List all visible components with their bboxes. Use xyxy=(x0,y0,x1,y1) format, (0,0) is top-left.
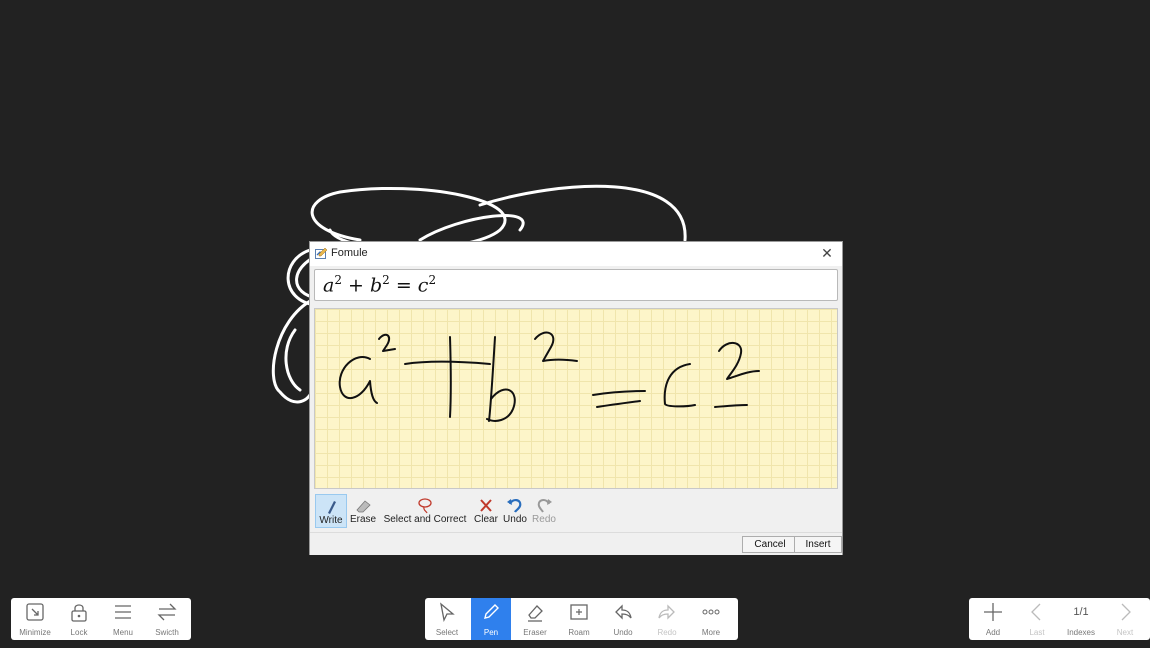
undo-icon xyxy=(615,604,632,620)
handwriting-canvas[interactable] xyxy=(314,308,838,489)
minimize-button[interactable]: Minimize xyxy=(15,598,55,640)
formula-preview: a2 + b2 = c2 xyxy=(323,273,437,297)
indexes-button[interactable]: 1/1 Indexes xyxy=(1061,598,1101,640)
menu-icon xyxy=(115,605,131,619)
switch-button[interactable]: Swicth xyxy=(147,598,187,640)
more-button[interactable]: More xyxy=(691,598,731,640)
chevron-right-icon xyxy=(1121,603,1131,621)
undo-icon xyxy=(507,499,522,513)
ink-toolbar: Write Erase Select and Correct Clear Und… xyxy=(314,494,838,530)
clear-icon xyxy=(480,499,492,512)
pen-icon xyxy=(484,604,499,619)
more-icon xyxy=(702,609,720,615)
eraser-button[interactable]: Eraser xyxy=(515,598,555,640)
formula-result-field[interactable]: a2 + b2 = c2 xyxy=(314,269,838,301)
center-toolbar: Select Pen Eraser Roam Undo Redo More xyxy=(425,598,738,640)
close-icon: ✕ xyxy=(821,245,833,261)
write-tool-button[interactable]: Write xyxy=(315,494,347,528)
roam-icon xyxy=(570,604,588,620)
add-page-button[interactable]: Add xyxy=(973,598,1013,640)
clear-tool-button[interactable]: Clear xyxy=(473,494,499,528)
undo-button[interactable]: Undo xyxy=(603,598,643,640)
eraser-icon xyxy=(528,605,543,622)
undo-tool-button[interactable]: Undo xyxy=(502,494,528,528)
pen-button[interactable]: Pen xyxy=(471,598,511,640)
cursor-icon xyxy=(440,602,455,622)
redo-icon xyxy=(658,604,675,620)
menu-button[interactable]: Menu xyxy=(103,598,143,640)
formula-app-icon xyxy=(315,247,328,259)
right-toolbar: Add Last 1/1 Indexes Next xyxy=(969,598,1150,640)
eraser-icon xyxy=(356,500,371,513)
redo-button[interactable]: Redo xyxy=(647,598,687,640)
redo-tool-button[interactable]: Redo xyxy=(531,494,557,528)
chevron-left-icon xyxy=(1031,603,1041,621)
minimize-icon xyxy=(26,603,44,621)
dialog-titlebar: Fomule ✕ xyxy=(310,242,842,266)
dialog-footer: Cancel Insert xyxy=(310,532,842,555)
lock-button[interactable]: Lock xyxy=(59,598,99,640)
erase-tool-button[interactable]: Erase xyxy=(349,494,377,528)
page-indicator: 1/1 xyxy=(1073,606,1089,618)
lasso-icon xyxy=(418,498,432,514)
switch-icon xyxy=(157,603,177,621)
cancel-button[interactable]: Cancel xyxy=(742,536,798,553)
last-page-button[interactable]: Last xyxy=(1017,598,1057,640)
dialog-title: Fomule xyxy=(331,247,368,259)
plus-icon xyxy=(984,603,1002,621)
pen-icon xyxy=(328,501,336,514)
roam-button[interactable]: Roam xyxy=(559,598,599,640)
close-button[interactable]: ✕ xyxy=(818,244,836,262)
insert-button[interactable]: Insert xyxy=(794,536,842,553)
next-page-button[interactable]: Next xyxy=(1105,598,1145,640)
handwritten-formula-ink xyxy=(338,331,760,422)
redo-icon xyxy=(537,499,552,513)
select-button[interactable]: Select xyxy=(427,598,467,640)
lock-icon xyxy=(71,604,87,622)
select-correct-tool-button[interactable]: Select and Correct xyxy=(380,494,470,528)
left-toolbar: Minimize Lock Menu Swicth xyxy=(11,598,191,640)
formula-dialog: Fomule ✕ a2 + b2 = c2 Write Erase Select… xyxy=(309,241,843,555)
